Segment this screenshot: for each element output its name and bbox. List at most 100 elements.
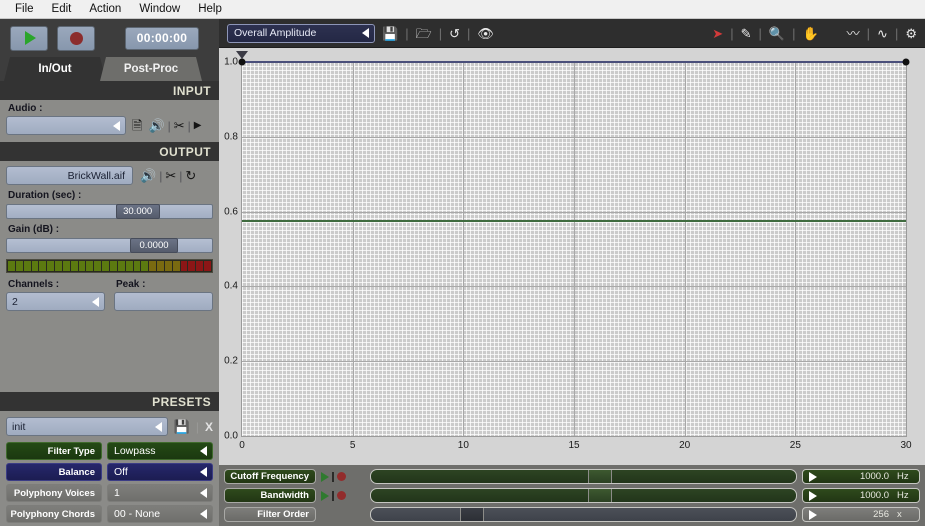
parameter-slider-1[interactable] — [370, 488, 797, 503]
graph-mode-combo[interactable]: Overall Amplitude — [227, 23, 375, 43]
preset-param-row: Polyphony Voices 1 — [0, 484, 219, 505]
channels-combo[interactable]: 2 — [6, 292, 105, 311]
gain-label: Gain (dB) : — [8, 224, 60, 235]
parameter-label-1[interactable]: Bandwidth — [224, 488, 316, 503]
save-icon[interactable]: 💾 — [174, 420, 190, 433]
refresh-icon[interactable]: ↻ — [185, 169, 196, 182]
data-point-handle[interactable] — [238, 58, 246, 66]
play-icon[interactable]: ▶ — [194, 120, 202, 131]
parameter-unit: Hz — [897, 471, 909, 482]
automation-record-icon[interactable] — [337, 491, 346, 500]
slider-thumb[interactable] — [460, 508, 485, 521]
meter-segment — [23, 261, 31, 271]
param-combo-polyphony-voices[interactable]: 1 — [107, 484, 213, 502]
parameter-label-2[interactable]: Filter Order — [224, 507, 316, 522]
delete-preset-button[interactable]: X — [205, 421, 213, 433]
parameter-slider-0[interactable] — [370, 469, 797, 484]
parameter-slider-2[interactable] — [370, 507, 797, 522]
duration-slider[interactable]: 30.000 — [6, 204, 213, 219]
menu-item-help[interactable]: Help — [189, 1, 231, 18]
parameter-label-0[interactable]: Cutoff Frequency — [224, 469, 316, 484]
magnifier-icon[interactable]: 🔍 — [769, 27, 785, 40]
meter-segment — [117, 261, 125, 271]
file-icon[interactable]: 🗎 — [132, 119, 142, 132]
automation-controls — [321, 471, 365, 482]
preset-combo[interactable]: init — [6, 417, 168, 436]
automation-play-icon[interactable] — [321, 471, 329, 482]
transport-bar: 00:00:00 — [0, 19, 219, 57]
eye-icon[interactable]: 👁 — [477, 27, 494, 40]
waveform-icon[interactable]: 〰 — [847, 27, 860, 40]
play-icon[interactable] — [809, 490, 817, 501]
menu-item-file[interactable]: File — [6, 1, 43, 18]
param-combo-balance[interactable]: Off — [107, 463, 213, 481]
parameter-value-0[interactable]: 1000.0 Hz — [802, 469, 920, 484]
meter-segment — [15, 261, 23, 271]
param-combo-polyphony-chords[interactable]: 00 - None — [107, 505, 213, 523]
undo-icon[interactable]: ↺ — [449, 27, 460, 40]
output-file-field[interactable]: BrickWall.aif — [6, 166, 133, 185]
parameter-value-1[interactable]: 1000.0 Hz — [802, 488, 920, 503]
automation-play-icon[interactable] — [321, 490, 329, 501]
record-button[interactable] — [57, 25, 95, 51]
data-point-handle[interactable] — [902, 58, 910, 66]
menu-item-edit[interactable]: Edit — [43, 1, 81, 18]
parameter-row: Filter Order 256 x — [224, 506, 920, 523]
tab-post-proc[interactable]: Post-Proc — [100, 57, 202, 81]
plot-canvas[interactable]: 0.0 0.2 0.4 0.6 0.8 1.0 0 5 10 15 20 25 30 — [224, 51, 912, 451]
tab-in-out[interactable]: In/Out — [4, 57, 106, 81]
preset-param-row: Filter Type Lowpass — [0, 442, 219, 463]
divider: | — [467, 25, 471, 41]
timecode-display[interactable]: 00:00:00 — [125, 26, 199, 50]
speaker-icon[interactable]: 🔊 — [148, 119, 164, 132]
bottom-parameter-panel: Cutoff Frequency 1000.0 Hz Bandwidth 1000.0 H… — [219, 465, 925, 526]
speaker-icon[interactable]: 🔊 — [140, 169, 156, 182]
menu-item-action[interactable]: Action — [80, 1, 130, 18]
automation-controls — [321, 490, 365, 501]
pencil-icon[interactable]: ✎ — [741, 27, 752, 40]
param-combo-filter-type[interactable]: Lowpass — [107, 442, 213, 460]
duration-value[interactable]: 30.000 — [115, 204, 160, 219]
save-icon[interactable]: 💾 — [382, 27, 398, 40]
audio-label: Audio : — [8, 103, 43, 114]
open-folder-icon[interactable]: 🗁 — [416, 27, 432, 40]
graph-toolbar: Overall Amplitude 💾 | 🗁 | ↺ | 👁 ➤ | ✎ | … — [219, 19, 925, 48]
meter-segment — [102, 261, 109, 271]
data-series-line[interactable] — [242, 61, 906, 63]
presets-section-header: PRESETS — [0, 392, 219, 411]
slider-thumb[interactable] — [587, 470, 612, 483]
param-button-filter-type[interactable]: Filter Type — [6, 442, 102, 460]
meter-segment — [149, 261, 157, 271]
right-panel: Overall Amplitude 💾 | 🗁 | ↺ | 👁 ➤ | ✎ | … — [219, 19, 925, 526]
parameter-value-2[interactable]: 256 x — [802, 507, 920, 522]
gain-slider[interactable]: 0.0000 — [6, 238, 213, 253]
arrow-cursor-icon[interactable]: ➤ — [712, 27, 723, 40]
play-button[interactable] — [10, 25, 48, 51]
automation-record-icon[interactable] — [337, 472, 346, 481]
play-icon[interactable] — [809, 509, 817, 520]
data-series-line[interactable] — [242, 219, 906, 222]
envelope-icon[interactable]: ∿ — [877, 27, 888, 40]
preset-param-row: Polyphony Chords 00 - None — [0, 505, 219, 526]
hand-icon[interactable]: ✋ — [802, 27, 818, 40]
gain-value[interactable]: 0.0000 — [130, 238, 178, 253]
divider: | — [758, 25, 762, 41]
param-button-polyphony-chords[interactable]: Polyphony Chords — [6, 505, 102, 523]
divider: | — [792, 25, 796, 41]
chevron-left-icon — [362, 28, 369, 38]
graph-mode-value: Overall Amplitude — [234, 27, 317, 39]
audio-input-combo[interactable] — [6, 116, 126, 135]
play-icon[interactable] — [809, 471, 817, 482]
slider-thumb[interactable] — [587, 489, 612, 502]
plot-area: 0.0 0.2 0.4 0.6 0.8 1.0 0 5 10 15 20 25 30 — [219, 48, 925, 465]
menu-item-window[interactable]: Window — [130, 1, 189, 18]
gear-icon[interactable]: ⚙ — [905, 27, 917, 40]
param-button-polyphony-voices[interactable]: Polyphony Voices — [6, 484, 102, 502]
channels-label: Channels : — [8, 279, 60, 290]
param-button-balance[interactable]: Balance — [6, 463, 102, 481]
grid-line — [684, 62, 686, 436]
meter-segment — [164, 261, 172, 271]
y-axis-tick-label: 1.0 — [224, 56, 238, 68]
scissors-icon[interactable]: ✂ — [165, 169, 176, 182]
scissors-icon[interactable]: ✂ — [174, 119, 185, 132]
